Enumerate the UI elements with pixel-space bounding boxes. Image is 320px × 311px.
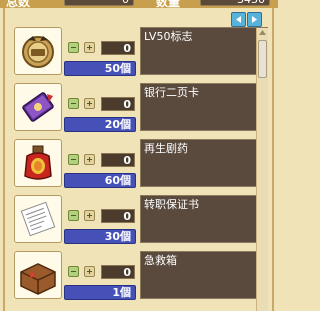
item-name-box: 再生剧药: [140, 139, 268, 187]
stock-count: 50個: [64, 61, 136, 76]
list-item: 0 50個 LV50标志: [14, 27, 268, 79]
count-value: 3430: [200, 0, 270, 6]
item-name-box: 银行二页卡: [140, 83, 268, 131]
list-item: 0 60個 再生剧药: [14, 139, 268, 191]
item-icon-frame[interactable]: [14, 195, 62, 243]
next-page-button[interactable]: [247, 12, 262, 27]
increase-button[interactable]: [84, 42, 95, 53]
list-item: 0 20個 银行二页卡: [14, 83, 268, 135]
item-name: 转职保证书: [144, 198, 199, 211]
item-name-box: 转职保证书: [140, 195, 268, 243]
prev-page-button[interactable]: [231, 12, 246, 27]
item-name: LV50标志: [144, 30, 193, 43]
decrease-button[interactable]: [68, 154, 79, 165]
item-name-box: 急救箱: [140, 251, 268, 299]
decrease-button[interactable]: [68, 266, 79, 277]
item-name: 银行二页卡: [144, 86, 199, 99]
total-label: 总数: [6, 0, 31, 8]
quantity-field[interactable]: 0: [101, 209, 135, 223]
summary-bar: 总数 0 数量 3430: [0, 0, 278, 8]
list-scrollbar[interactable]: [256, 28, 268, 311]
total-value: 0: [64, 0, 134, 6]
scroll-up-icon[interactable]: [257, 28, 268, 38]
item-name: 急救箱: [144, 254, 177, 267]
item-icon-frame[interactable]: [14, 251, 62, 299]
decrease-button[interactable]: [68, 98, 79, 109]
increase-button[interactable]: [84, 210, 95, 221]
item-icon-frame[interactable]: [14, 139, 62, 187]
list-item: 0 30個 转职保证书: [14, 195, 268, 247]
item-name: 再生剧药: [144, 142, 188, 155]
count-label: 数量: [156, 0, 181, 8]
list-item: 0 1個 急救箱: [14, 251, 268, 303]
increase-button[interactable]: [84, 266, 95, 277]
stock-count: 30個: [64, 229, 136, 244]
left-arrow-icon: [236, 16, 241, 23]
scroll-thumb[interactable]: [258, 40, 267, 78]
stock-count: 1個: [64, 285, 136, 300]
bank-card-icon: [22, 92, 54, 122]
decrease-button[interactable]: [68, 210, 79, 221]
certificate-icon: [20, 201, 56, 237]
quantity-field[interactable]: 0: [101, 153, 135, 167]
quantity-field[interactable]: 0: [101, 97, 135, 111]
potion-icon: [24, 145, 52, 180]
right-arrow-icon: [252, 16, 257, 23]
item-name-box: LV50标志: [140, 27, 268, 75]
stock-count: 60個: [64, 173, 136, 188]
first-aid-box-icon: [20, 263, 56, 295]
stock-count: 20個: [64, 117, 136, 132]
increase-button[interactable]: [84, 154, 95, 165]
quantity-field[interactable]: 0: [101, 41, 135, 55]
quantity-field[interactable]: 0: [101, 265, 135, 279]
item-icon-frame[interactable]: [14, 27, 62, 75]
increase-button[interactable]: [84, 98, 95, 109]
item-icon-frame[interactable]: [14, 83, 62, 131]
decrease-button[interactable]: [68, 42, 79, 53]
lv50-badge-icon: [22, 36, 54, 68]
